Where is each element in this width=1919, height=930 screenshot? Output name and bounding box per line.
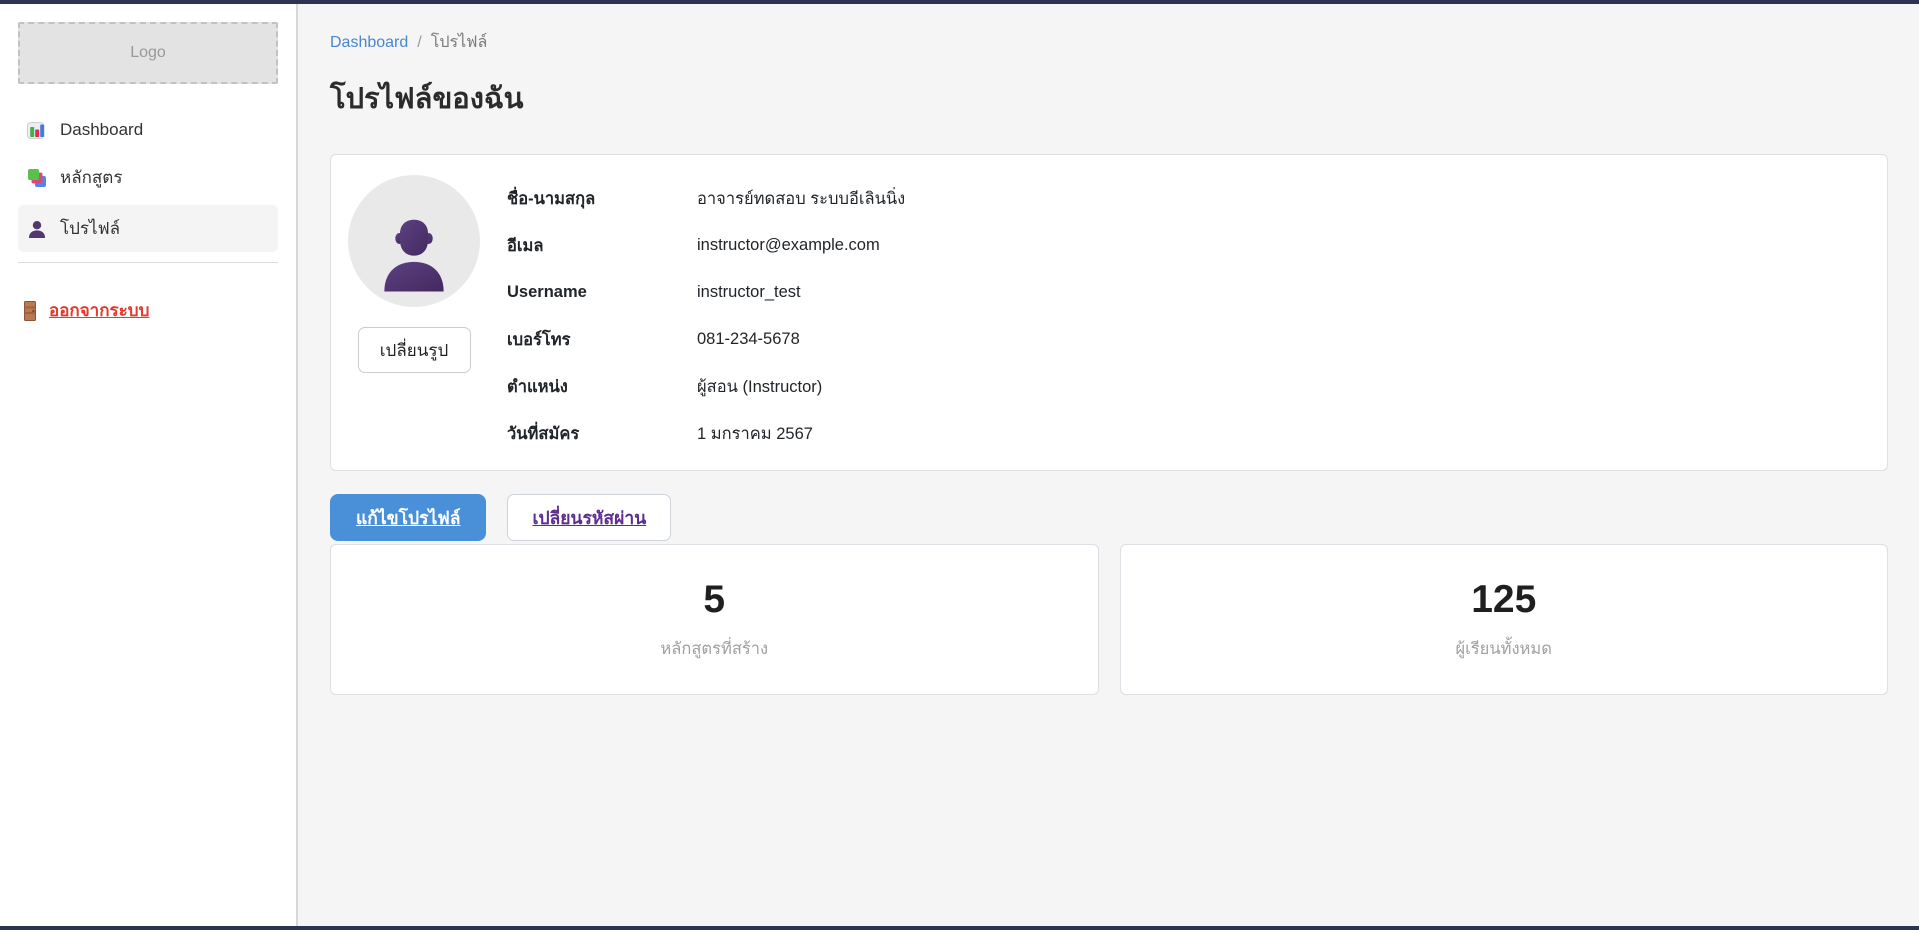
sidebar-item-label: โปรไฟล์ bbox=[60, 215, 120, 242]
profile-fields: ชื่อ-นามสกุล อาจารย์ทดสอบ ระบบอีเลินนิ่ง… bbox=[507, 175, 1857, 455]
top-accent-bar bbox=[0, 0, 1919, 4]
avatar bbox=[348, 175, 480, 307]
sidebar-nav: Dashboard หลักสูตร โปรไฟล์ bbox=[18, 110, 278, 252]
field-label: ชื่อ-นามสกุล bbox=[507, 186, 697, 212]
logout-label: ออกจากระบบ bbox=[49, 297, 149, 324]
stat-value: 5 bbox=[703, 580, 725, 619]
field-row-name: ชื่อ-นามสกุล อาจารย์ทดสอบ ระบบอีเลินนิ่ง bbox=[507, 175, 1857, 222]
stat-label: หลักสูตรที่สร้าง bbox=[660, 636, 768, 662]
field-row-register-date: วันที่สมัคร 1 มกราคม 2567 bbox=[507, 410, 1857, 457]
profile-actions: แก้ไขโปรไฟล์ เปลี่ยนรหัสผ่าน bbox=[330, 494, 1888, 541]
stat-value: 125 bbox=[1471, 580, 1536, 619]
sidebar: Logo Dashboard หลักสูตร bbox=[0, 4, 298, 926]
sidebar-item-profile[interactable]: โปรไฟล์ bbox=[18, 205, 278, 252]
stat-card-total-learners: 125 ผู้เรียนทั้งหมด bbox=[1120, 544, 1889, 695]
avatar-column: เปลี่ยนรูป bbox=[348, 175, 480, 455]
field-row-username: Username instructor_test bbox=[507, 269, 1857, 316]
change-photo-button[interactable]: เปลี่ยนรูป bbox=[358, 327, 471, 373]
stats-row: 5 หลักสูตรที่สร้าง 125 ผู้เรียนทั้งหมด bbox=[330, 544, 1888, 695]
field-value: ผู้สอน (Instructor) bbox=[697, 374, 822, 400]
profile-card: เปลี่ยนรูป ชื่อ-นามสกุล อาจารย์ทดสอบ ระบ… bbox=[330, 154, 1888, 471]
field-value: 1 มกราคม 2567 bbox=[697, 421, 813, 447]
sidebar-item-courses[interactable]: หลักสูตร bbox=[18, 154, 278, 201]
sidebar-item-label: หลักสูตร bbox=[60, 164, 122, 191]
logo-text: Logo bbox=[130, 44, 166, 62]
logo-placeholder: Logo bbox=[18, 22, 278, 84]
sidebar-item-dashboard[interactable]: Dashboard bbox=[18, 110, 278, 150]
breadcrumb-dashboard-link[interactable]: Dashboard bbox=[330, 34, 408, 52]
field-row-phone: เบอร์โทร 081-234-5678 bbox=[507, 316, 1857, 363]
sidebar-item-label: Dashboard bbox=[60, 120, 143, 140]
bar-chart-icon bbox=[27, 120, 47, 140]
person-icon bbox=[27, 219, 47, 239]
breadcrumb-separator: / bbox=[417, 34, 421, 52]
field-row-position: ตำแหน่ง ผู้สอน (Instructor) bbox=[507, 363, 1857, 410]
stat-label: ผู้เรียนทั้งหมด bbox=[1455, 636, 1552, 662]
page-title: โปรไฟล์ของฉัน bbox=[330, 75, 1888, 121]
edit-profile-button[interactable]: แก้ไขโปรไฟล์ bbox=[330, 494, 486, 541]
stat-card-courses-created: 5 หลักสูตรที่สร้าง bbox=[330, 544, 1099, 695]
bottom-accent-bar bbox=[0, 926, 1919, 930]
field-value: instructor_test bbox=[697, 283, 801, 302]
field-label: Username bbox=[507, 283, 697, 302]
sidebar-divider bbox=[18, 262, 278, 263]
door-icon bbox=[22, 301, 38, 321]
change-password-button[interactable]: เปลี่ยนรหัสผ่าน bbox=[507, 494, 671, 541]
breadcrumb-current: โปรไฟล์ bbox=[431, 30, 488, 55]
field-label: ตำแหน่ง bbox=[507, 374, 697, 400]
field-value: 081-234-5678 bbox=[697, 330, 800, 349]
main-content: Dashboard / โปรไฟล์ โปรไฟล์ของฉัน bbox=[300, 4, 1919, 926]
field-value: instructor@example.com bbox=[697, 236, 880, 255]
field-label: อีเมล bbox=[507, 233, 697, 259]
field-label: เบอร์โทร bbox=[507, 327, 697, 353]
breadcrumb: Dashboard / โปรไฟล์ bbox=[330, 30, 1888, 55]
logout-link[interactable]: ออกจากระบบ bbox=[22, 297, 149, 324]
field-label: วันที่สมัคร bbox=[507, 421, 697, 447]
field-value: อาจารย์ทดสอบ ระบบอีเลินนิ่ง bbox=[697, 186, 905, 212]
field-row-email: อีเมล instructor@example.com bbox=[507, 222, 1857, 269]
person-bust-icon bbox=[375, 209, 453, 293]
stacked-cards-icon bbox=[27, 168, 47, 188]
